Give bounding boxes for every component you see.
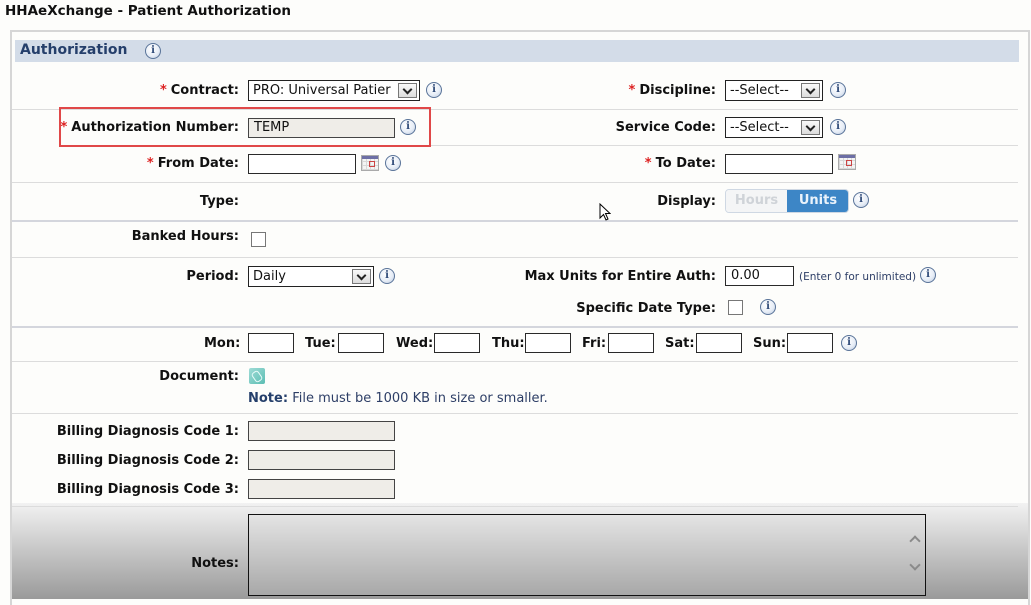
- day-label-sat: Sat:: [665, 336, 695, 351]
- max-units-input[interactable]: 0.00: [725, 266, 794, 286]
- notes-scrollbar[interactable]: [907, 515, 925, 595]
- day-label-sun: Sun:: [753, 336, 787, 351]
- contract-label: * Contract:: [159, 83, 239, 98]
- contract-info-icon[interactable]: i: [426, 82, 442, 98]
- service-code-label: Service Code:: [615, 120, 716, 135]
- window-title: HHAeXchange - Patient Authorization: [5, 3, 292, 19]
- max-units-hint: (Enter 0 for unlimited): [799, 271, 917, 283]
- to-date-input[interactable]: [725, 154, 833, 174]
- section-divider: [12, 326, 1018, 328]
- section-divider: [12, 220, 1018, 222]
- notes-textarea[interactable]: [248, 514, 926, 596]
- row-divider: [431, 145, 1018, 146]
- scroll-down-icon[interactable]: [909, 559, 921, 571]
- day-input-wed[interactable]: [434, 333, 480, 353]
- from-date-label: * From Date:: [146, 156, 239, 171]
- day-input-fri[interactable]: [608, 333, 654, 353]
- day-label-tue: Tue:: [305, 336, 336, 351]
- day-input-tue[interactable]: [338, 333, 384, 353]
- day-input-thu[interactable]: [525, 333, 571, 353]
- attachment-icon[interactable]: [249, 368, 265, 384]
- max-units-label: Max Units for Entire Auth:: [524, 269, 716, 284]
- scroll-up-icon[interactable]: [909, 535, 921, 547]
- billing-code-3-label: Billing Diagnosis Code 3:: [56, 482, 239, 497]
- to-date-label: * To Date:: [644, 156, 716, 171]
- days-info-icon[interactable]: i: [841, 335, 857, 351]
- section-info-icon[interactable]: i: [145, 43, 161, 59]
- period-select[interactable]: Daily: [248, 266, 374, 287]
- billing-code-2-label: Billing Diagnosis Code 2:: [56, 453, 239, 468]
- day-label-wed: Wed:: [396, 336, 434, 351]
- max-units-info-icon[interactable]: i: [920, 267, 936, 283]
- from-date-input[interactable]: [248, 154, 356, 174]
- row-divider: [12, 182, 1018, 183]
- row-divider: [12, 506, 1018, 507]
- service-code-info-icon[interactable]: i: [830, 119, 846, 135]
- document-label: Document:: [159, 369, 239, 384]
- specific-date-type-checkbox[interactable]: [728, 300, 743, 315]
- required-icon: *: [644, 156, 652, 171]
- calendar-icon[interactable]: [361, 155, 379, 171]
- billing-code-2-input[interactable]: [248, 450, 395, 470]
- chevron-down-icon[interactable]: [398, 83, 417, 98]
- section-header: [15, 40, 1019, 62]
- display-info-icon[interactable]: i: [853, 192, 869, 208]
- period-label: Period:: [186, 269, 239, 284]
- day-input-sat[interactable]: [696, 333, 742, 353]
- mouse-cursor-icon: [599, 203, 611, 221]
- banked-hours-label: Banked Hours:: [131, 229, 239, 244]
- required-icon: *: [146, 156, 154, 171]
- display-option-units[interactable]: Units: [787, 190, 848, 212]
- day-label-mon: Mon:: [204, 336, 241, 351]
- display-toggle[interactable]: Hours Units: [725, 189, 849, 213]
- billing-code-3-input[interactable]: [248, 479, 395, 499]
- row-divider: [12, 413, 1018, 414]
- service-code-select[interactable]: --Select--: [725, 117, 823, 138]
- day-label-thu: Thu:: [492, 336, 525, 351]
- billing-code-1-label: Billing Diagnosis Code 1:: [56, 424, 239, 439]
- chevron-down-icon[interactable]: [801, 120, 820, 135]
- discipline-info-icon[interactable]: i: [830, 82, 846, 98]
- display-label: Display:: [657, 194, 716, 209]
- type-label: Type:: [199, 194, 239, 209]
- section-title: Authorization: [20, 42, 128, 58]
- period-info-icon[interactable]: i: [379, 268, 395, 284]
- required-icon: *: [628, 83, 636, 98]
- display-option-hours[interactable]: Hours: [726, 190, 787, 212]
- discipline-select[interactable]: --Select--: [725, 80, 823, 101]
- day-input-mon[interactable]: [248, 333, 294, 353]
- required-icon: *: [159, 83, 167, 98]
- day-input-sun[interactable]: [787, 333, 833, 353]
- discipline-label: * Discipline:: [628, 83, 716, 98]
- chevron-down-icon[interactable]: [352, 269, 371, 284]
- banked-hours-checkbox[interactable]: [251, 232, 266, 247]
- billing-code-1-input[interactable]: [248, 421, 395, 441]
- day-label-fri: Fri:: [582, 336, 607, 351]
- row-divider: [12, 361, 1018, 362]
- highlight-box: [59, 107, 431, 147]
- from-date-info-icon[interactable]: i: [385, 155, 401, 171]
- row-divider: [12, 257, 1018, 258]
- notes-label: Notes:: [191, 556, 239, 571]
- specific-date-type-info-icon[interactable]: i: [760, 299, 776, 315]
- calendar-icon[interactable]: [838, 154, 856, 170]
- chevron-down-icon[interactable]: [801, 83, 820, 98]
- contract-select[interactable]: PRO: Universal Patier: [248, 80, 420, 101]
- specific-date-type-label: Specific Date Type:: [576, 301, 716, 316]
- document-note: Note: File must be 1000 KB in size or sm…: [248, 391, 548, 406]
